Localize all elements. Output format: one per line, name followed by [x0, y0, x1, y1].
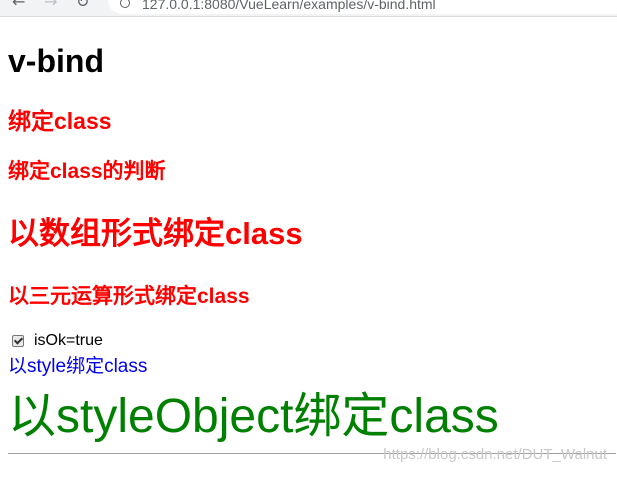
isok-checkbox-label: isOk=true — [34, 332, 103, 349]
heading-class-judge: 绑定class的判断 — [8, 160, 166, 183]
browser-toolbar: ← → ↻ 127.0.0.1:8080/VueLearn/examples/v… — [0, 0, 617, 17]
heading-bind-class: 绑定class — [8, 108, 112, 134]
address-bar[interactable]: 127.0.0.1:8080/VueLearn/examples/v-bind.… — [108, 0, 617, 14]
heading-ternary-class: 以三元运算形式绑定class — [8, 285, 250, 308]
isok-checkbox[interactable] — [12, 335, 24, 347]
reload-icon[interactable]: ↻ — [76, 0, 89, 10]
heading-array-class: 以数组形式绑定class — [8, 216, 303, 251]
page-title: v-bind — [8, 43, 104, 79]
watermark: https://blog.csdn.net/DUT_Walnut — [383, 446, 607, 463]
url-text[interactable]: 127.0.0.1:8080/VueLearn/examples/v-bind.… — [142, 0, 436, 12]
page-content: v-bind 绑定class 绑定class的判断 以数组形式绑定class 以… — [0, 16, 617, 491]
isok-checkbox-row[interactable]: isOk=true — [12, 331, 103, 351]
back-icon[interactable]: ← — [12, 0, 25, 10]
style-bind-text: 以style绑定class — [8, 356, 148, 377]
info-icon[interactable] — [120, 0, 130, 8]
forward-icon[interactable]: → — [44, 0, 57, 10]
style-object-text: 以styleObject绑定class — [8, 390, 499, 443]
